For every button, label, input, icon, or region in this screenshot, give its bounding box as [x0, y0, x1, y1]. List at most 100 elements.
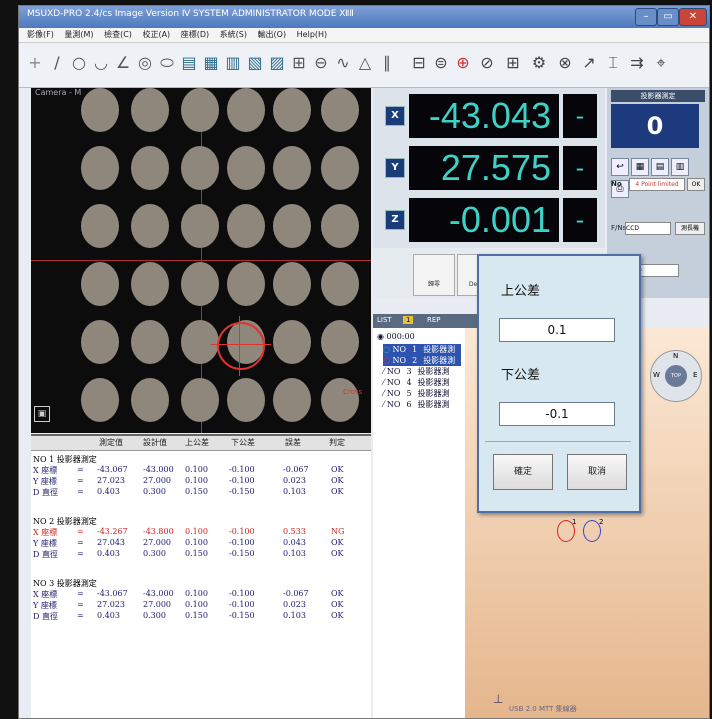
result-cell-design: -43.000	[143, 465, 174, 474]
result-cell-judge: OK	[331, 476, 344, 485]
curve-icon[interactable]: ∿	[333, 52, 353, 74]
view-compass[interactable]: N W E TOP	[650, 350, 702, 402]
west-mark: W	[653, 371, 660, 379]
menu-item-coordinate[interactable]: 座標(D)	[181, 30, 209, 39]
window-title: MSUXD-PRO 2.4/cs Image Version Ⅳ SYSTEM …	[27, 9, 354, 19]
bracket-icon[interactable]: ⌶	[603, 52, 623, 74]
length-machine-button[interactable]: 測長機	[675, 222, 705, 235]
north-mark: N	[673, 352, 679, 360]
record-icon[interactable]: ⊜	[431, 52, 451, 74]
result-cell-eq: =	[77, 589, 84, 598]
x-axis-button[interactable]: X	[385, 106, 405, 126]
hole-feature	[181, 146, 219, 190]
grid-icon[interactable]: ▦	[201, 52, 221, 74]
list-item[interactable]: ⁄ NO 6 投影器測	[383, 399, 456, 410]
copy-icon[interactable]: ▤	[651, 158, 669, 176]
x-zero-button[interactable]: -	[563, 94, 597, 138]
parallel-icon[interactable]: ∥	[377, 52, 397, 74]
close-button[interactable]: ✕	[679, 8, 707, 26]
no-value-field[interactable]: 4 Point limited	[629, 178, 685, 191]
top-view-button[interactable]: TOP	[665, 365, 687, 387]
triangle-icon[interactable]: △	[355, 52, 375, 74]
print-icon[interactable]: ▥	[671, 158, 689, 176]
list-item[interactable]: ○ NO 1 投影器測	[383, 344, 462, 355]
hole-feature	[227, 378, 265, 422]
result-cell-error: 0.023	[283, 600, 306, 609]
result-cell-measured: 27.023	[97, 476, 125, 485]
ellipse-icon[interactable]: ⬭	[157, 52, 177, 74]
result-cell-design: 0.300	[143, 549, 166, 558]
results-header: 測定值 設計值 上公差 下公差 誤差 判定	[31, 436, 371, 451]
list-root[interactable]: ◉ 000:00	[377, 332, 415, 341]
coord-icon[interactable]: ⌖	[651, 52, 671, 74]
result-cell-eq: =	[77, 487, 84, 496]
result-cell-design: 0.300	[143, 487, 166, 496]
list-item[interactable]: ○ NO 2 投影器測	[383, 355, 462, 366]
lower-tolerance-input[interactable]: -0.1	[499, 402, 615, 426]
measure-icon[interactable]: ⊗	[555, 52, 575, 74]
upper-tolerance-input[interactable]: 0.1	[499, 318, 615, 342]
result-cell-measured: 0.403	[97, 487, 120, 496]
frame-icon[interactable]: ⊞	[289, 52, 309, 74]
menu-item-help[interactable]: Help(H)	[297, 30, 328, 39]
target-icon[interactable]: ⊕	[453, 52, 473, 74]
cancel-button[interactable]: 取消	[567, 454, 627, 490]
circle-icon[interactable]: ○	[69, 52, 89, 74]
hole-feature	[321, 378, 359, 422]
return-icon[interactable]: ↩	[611, 158, 629, 176]
tab-1[interactable]: 1	[403, 316, 414, 324]
result-cell-lower: -0.100	[229, 527, 255, 536]
result-cell-name: D 直徑	[33, 550, 58, 559]
pitch-icon[interactable]: ▨	[267, 52, 287, 74]
list-item[interactable]: ⁄ NO 4 投影器測	[383, 377, 456, 388]
zero-button[interactable]: 歸零	[413, 254, 455, 296]
tab-rep[interactable]: REP	[427, 316, 441, 324]
result-cell-eq: =	[77, 549, 84, 558]
table-icon[interactable]: ⊟	[409, 52, 429, 74]
minimize-button[interactable]: –	[635, 8, 657, 26]
width-icon[interactable]: ▧	[245, 52, 265, 74]
source-select[interactable]: CCD	[625, 222, 671, 235]
tab-list[interactable]: LIST	[377, 316, 392, 324]
list-item[interactable]: ⁄ NO 5 投影器測	[383, 388, 456, 399]
zoom-icon[interactable]: ⊘	[477, 52, 497, 74]
result-cell-judge: OK	[331, 538, 344, 547]
menu-item-output[interactable]: 輸出(O)	[258, 30, 287, 39]
arc-icon[interactable]: ◡	[91, 52, 111, 74]
hole-feature	[321, 262, 359, 306]
angle-icon[interactable]: ∠	[113, 52, 133, 74]
menu-item-calibrate[interactable]: 校正(A)	[142, 30, 170, 39]
no-ok-button[interactable]: OK	[687, 178, 705, 191]
result-cell-eq: =	[77, 600, 84, 609]
menu-item-check[interactable]: 檢查(C)	[104, 30, 132, 39]
result-cell-measured: -43.267	[97, 527, 128, 536]
save-icon[interactable]: ▦	[631, 158, 649, 176]
menu-item-image[interactable]: 影像(F)	[27, 30, 54, 39]
y-axis-button[interactable]: Y	[385, 158, 405, 178]
theta-icon[interactable]: ⊖	[311, 52, 331, 74]
menu-item-system[interactable]: 系統(S)	[220, 30, 247, 39]
settings-icon[interactable]: ⚙	[529, 52, 549, 74]
result-cell-design: 0.300	[143, 611, 166, 620]
col-error: 誤差	[285, 438, 301, 447]
ok-button[interactable]: 確定	[493, 454, 553, 490]
arrow-icon[interactable]: ↗	[579, 52, 599, 74]
col-upper: 上公差	[185, 438, 209, 447]
camera-view[interactable]: Camera - M ▣ Cross	[31, 88, 371, 433]
line-icon[interactable]: /	[47, 52, 67, 74]
camera-mode-icon[interactable]: ▣	[34, 406, 50, 422]
slot-icon[interactable]: ▤	[179, 52, 199, 74]
z-zero-button[interactable]: -	[563, 198, 597, 242]
align-icon[interactable]: ⇉	[627, 52, 647, 74]
layout-icon[interactable]: ⊞	[503, 52, 523, 74]
maximize-button[interactable]: ▭	[657, 8, 679, 26]
z-axis-button[interactable]: Z	[385, 210, 405, 230]
plus-icon[interactable]: +	[25, 52, 45, 74]
y-zero-button[interactable]: -	[563, 146, 597, 190]
result-cell-upper: 0.100	[185, 600, 208, 609]
distance-icon[interactable]: ▥	[223, 52, 243, 74]
menu-item-measure[interactable]: 量測(M)	[64, 30, 93, 39]
result-cell-name: Y 座標	[33, 477, 57, 486]
list-item[interactable]: ⁄ NO 3 投影器測	[383, 366, 456, 377]
multi-circle-icon[interactable]: ◎	[135, 52, 155, 74]
